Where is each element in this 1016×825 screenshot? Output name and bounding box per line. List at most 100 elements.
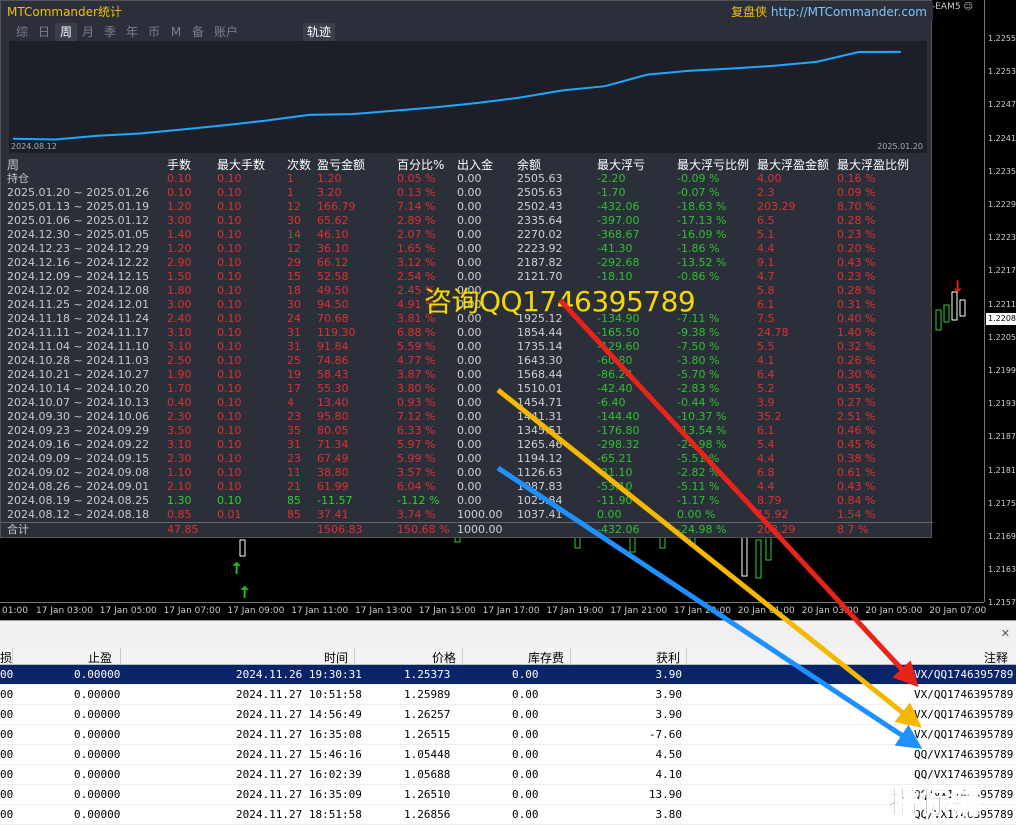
stats-cell: 25 [287, 354, 301, 367]
stats-cell: 0.10 [217, 284, 242, 297]
tab-6[interactable]: 币 [143, 23, 165, 41]
trade-header-1[interactable]: 止盈 [88, 649, 112, 666]
tab-0[interactable]: 综 [11, 23, 33, 41]
stats-cell: 46.10 [317, 228, 349, 241]
stats-cell: 0.10 [217, 172, 242, 185]
column-divider [120, 648, 121, 665]
trade-row[interactable]: 00 0.00000 2024.11.27 10:51:58 1.25989 0.00 3… [0, 685, 1016, 705]
trade-row[interactable]: 00 0.00000 2024.11.27 15:46:16 1.05448 0.00 4… [0, 745, 1016, 765]
stats-cell: 23 [287, 452, 301, 465]
price-tick: 1.2235 [988, 166, 1016, 176]
trade-cell-a: 00 [0, 668, 14, 681]
stats-cell: -292.68 [597, 256, 640, 269]
stats-cell: 38.80 [317, 466, 349, 479]
trade-row[interactable]: 00 0.00000 2024.11.26 19:30:31 1.25373 0.00 3… [0, 665, 1016, 685]
stats-cell: 80.05 [317, 424, 349, 437]
stats-cell: 0.43 % [837, 256, 876, 269]
stats-cell: 0.00 [457, 410, 482, 423]
stats-cell: 3.10 [167, 340, 192, 353]
tab-8[interactable]: 备 [187, 23, 209, 41]
stats-cell: 0.23 % [837, 270, 876, 283]
trade-row[interactable]: 00 0.00000 2024.11.27 16:35:08 1.26515 0.00 -… [0, 725, 1016, 745]
stats-cell: 1087.83 [517, 480, 563, 493]
stats-cell: 150.68 % [397, 523, 450, 536]
trade-header-5[interactable]: 获利 [656, 649, 680, 666]
equity-end-date: 2025.01.20 [877, 142, 923, 151]
stats-cell: 2024.09.30 ~ 2024.10.06 [7, 410, 150, 423]
stats-cell: 5.2 [757, 382, 775, 395]
close-icon[interactable]: ✕ [1001, 627, 1010, 640]
stats-header-9: 最大浮亏比例 [677, 158, 750, 172]
stats-cell: 0.00 [457, 214, 482, 227]
tab-5[interactable]: 年 [121, 23, 143, 41]
stats-cell: 2024.10.21 ~ 2024.10.27 [7, 368, 150, 381]
stats-cell: 1.80 [167, 284, 192, 297]
stats-cell: 14 [287, 228, 301, 241]
stats-cell: 0.43 % [837, 480, 876, 493]
time-tick: 17 Jan 17:00 [482, 606, 540, 616]
stats-cell: 61.99 [317, 480, 349, 493]
trade-header-6[interactable]: 注释 [984, 649, 1008, 666]
trade-row[interactable]: 00 0.00000 2024.11.27 18:51:58 1.26856 0.00 3… [0, 805, 1016, 825]
trade-cell-tp: 0.00000 [74, 728, 121, 741]
trade-cell-price: 1.05448 [404, 748, 451, 761]
tab-9[interactable]: 账户 [209, 23, 243, 41]
tab-2[interactable]: 周 [55, 23, 77, 41]
price-tick: 1.2241 [988, 133, 1016, 143]
stats-cell: 4.4 [757, 452, 775, 465]
stats-cell: 23 [287, 410, 301, 423]
time-tick: 20 Jan 01:00 [737, 606, 795, 616]
stats-cell: -397.00 [597, 214, 640, 227]
stats-cell: 0.30 % [837, 368, 876, 381]
stats-cell: 4.1 [757, 354, 775, 367]
time-tick: 17 Jan 05:00 [99, 606, 157, 616]
trade-header-0[interactable]: 损 [0, 649, 12, 666]
candle [943, 304, 950, 323]
stats-cell: 52.58 [317, 270, 349, 283]
stats-cell: 0.35 % [837, 382, 876, 395]
app-title: MTCommander统计 [7, 5, 122, 19]
trade-header-4[interactable]: 库存费 [528, 649, 564, 666]
stats-cell: 2024.11.18 ~ 2024.11.24 [7, 312, 150, 325]
stats-cell: -10.37 % [677, 410, 727, 423]
trade-cell-comment: VX/QQ1746395789 [914, 728, 1014, 741]
stats-row: 2024.12.16 ~ 2024.12.22 2.90 0.10 29 66.12 3.… [1, 256, 933, 270]
trade-cell-time: 2024.11.27 16:35:09 [236, 788, 362, 801]
stats-cell: 0.10 [217, 452, 242, 465]
stats-cell: 0.10 [217, 368, 242, 381]
trade-row[interactable]: 00 0.00000 2024.11.27 16:02:39 1.05688 0.00 4… [0, 765, 1016, 785]
tab-7[interactable]: M [165, 23, 187, 41]
tab-1[interactable]: 日 [33, 23, 55, 41]
trade-cell-price: 1.26257 [404, 708, 451, 721]
trade-cell-time: 2024.11.27 16:02:39 [236, 768, 362, 781]
stats-row: 2024.12.30 ~ 2025.01.05 1.40 0.10 14 46.10 2.… [1, 228, 933, 242]
stats-cell: 0.01 [217, 508, 242, 521]
tab-3[interactable]: 月 [77, 23, 99, 41]
trade-table-header: 损 止盈 时间 价格 库存费 获利 注释 [0, 648, 1016, 665]
trade-header-2[interactable]: 时间 [324, 649, 348, 666]
stats-cell: 0.00 [457, 424, 482, 437]
stats-cell: 2024.10.28 ~ 2024.11.03 [7, 354, 150, 367]
stats-cell: 6.8 [757, 466, 775, 479]
column-divider [354, 648, 355, 665]
trade-cell-time: 2024.11.27 15:46:16 [236, 748, 362, 761]
tab-4[interactable]: 季 [99, 23, 121, 41]
stats-cell: 0.45 % [837, 438, 876, 451]
trade-cell-price: 1.26510 [404, 788, 451, 801]
stats-cell: 55.30 [317, 382, 349, 395]
stats-cell: 0.10 [217, 256, 242, 269]
stats-cell: 18 [287, 284, 301, 297]
trade-row[interactable]: 00 0.00000 2024.11.27 16:35:09 1.26510 0.00 1… [0, 785, 1016, 805]
brand-link[interactable]: 复盘侠 http://MTCommander.com [731, 3, 927, 20]
stats-cell: 19 [287, 368, 301, 381]
tab-track[interactable]: 轨迹 [303, 23, 336, 41]
brand-url[interactable]: http://MTCommander.com [771, 5, 927, 19]
stats-row: 2024.09.09 ~ 2024.09.15 2.30 0.10 23 67.49 5.… [1, 452, 933, 466]
trade-row[interactable]: 00 0.00000 2024.11.27 14:56:49 1.26257 0.00 3… [0, 705, 1016, 725]
sell-arrow-icon: ↓ [951, 277, 964, 296]
stats-cell: 5.5 [757, 340, 775, 353]
stats-cell: -5.11 % [677, 480, 720, 493]
trade-cell-profit: 4.10 [655, 768, 683, 781]
stats-cell: 0.00 [457, 242, 482, 255]
trade-header-3[interactable]: 价格 [432, 649, 456, 666]
